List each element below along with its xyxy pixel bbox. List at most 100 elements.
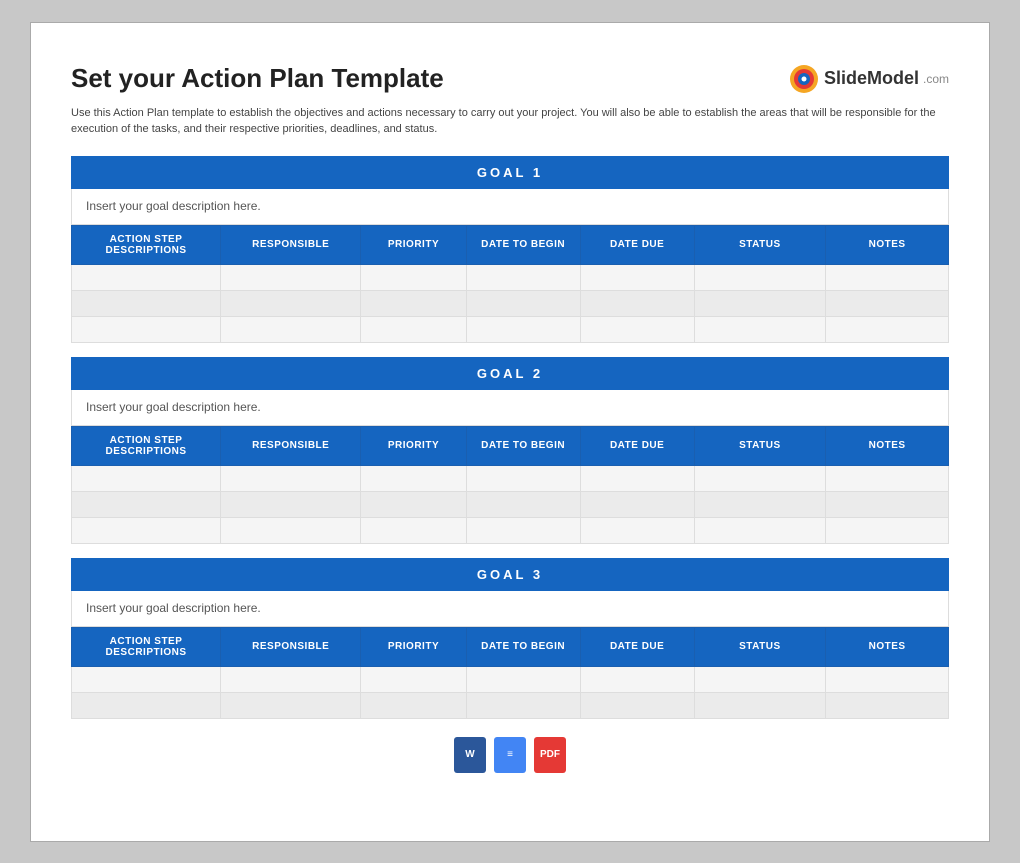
- cell: [580, 316, 694, 342]
- doc-icon[interactable]: ≡: [494, 737, 526, 773]
- goal-1-section: GOAL 1 Insert your goal description here…: [71, 156, 949, 343]
- col-header-date-begin: DATE TO BEGIN: [466, 225, 580, 264]
- goal-2-header: GOAL 2: [71, 357, 949, 390]
- col-header-date-begin: DATE TO BEGIN: [466, 426, 580, 465]
- page-title: Set your Action Plan Template: [71, 63, 444, 94]
- cell: [221, 666, 361, 692]
- col-header-date-begin: DATE TO BEGIN: [466, 627, 580, 666]
- table-row: [72, 465, 949, 491]
- cell: [466, 316, 580, 342]
- col-header-action: ACTION STEP DESCRIPTIONS: [72, 426, 221, 465]
- cell: [361, 465, 466, 491]
- cell: [221, 517, 361, 543]
- cell: [826, 692, 949, 718]
- cell: [221, 692, 361, 718]
- cell: [72, 666, 221, 692]
- cell: [221, 465, 361, 491]
- pdf-label: PDF: [540, 749, 560, 760]
- goal-3-header: GOAL 3: [71, 558, 949, 591]
- cell: [826, 290, 949, 316]
- doc-label: ≡: [507, 749, 513, 760]
- cell: [580, 491, 694, 517]
- description-text: Use this Action Plan template to establi…: [71, 105, 949, 138]
- cell: [580, 692, 694, 718]
- header: Set your Action Plan Template SlideModel…: [71, 63, 949, 95]
- cell: [361, 666, 466, 692]
- cell: [72, 491, 221, 517]
- col-header-action: ACTION STEP DESCRIPTIONS: [72, 225, 221, 264]
- cell: [72, 264, 221, 290]
- goal-1-header: GOAL 1: [71, 156, 949, 189]
- table-row: [72, 316, 949, 342]
- cell: [694, 666, 826, 692]
- cell: [361, 264, 466, 290]
- col-header-priority: PRIORITY: [361, 426, 466, 465]
- goal-2-description: Insert your goal description here.: [71, 390, 949, 426]
- table-row: [72, 491, 949, 517]
- footer-icons: W ≡ PDF: [71, 737, 949, 773]
- col-header-action: ACTION STEP DESCRIPTIONS: [72, 627, 221, 666]
- page: Set your Action Plan Template SlideModel…: [30, 22, 990, 842]
- cell: [72, 465, 221, 491]
- col-header-notes: NOTES: [826, 627, 949, 666]
- cell: [694, 692, 826, 718]
- goal-2-section: GOAL 2 Insert your goal description here…: [71, 357, 949, 544]
- cell: [826, 666, 949, 692]
- cell: [694, 517, 826, 543]
- cell: [466, 666, 580, 692]
- logo-icon: [788, 63, 820, 95]
- cell: [466, 465, 580, 491]
- table-row: [72, 264, 949, 290]
- cell: [580, 290, 694, 316]
- col-header-status: STATUS: [694, 225, 826, 264]
- cell: [466, 264, 580, 290]
- col-header-responsible: RESPONSIBLE: [221, 426, 361, 465]
- col-header-date-due: DATE DUE: [580, 627, 694, 666]
- goal-1-table: ACTION STEP DESCRIPTIONS RESPONSIBLE PRI…: [71, 225, 949, 343]
- cell: [826, 465, 949, 491]
- cell: [361, 517, 466, 543]
- pdf-icon[interactable]: PDF: [534, 737, 566, 773]
- col-header-status: STATUS: [694, 426, 826, 465]
- cell: [361, 491, 466, 517]
- cell: [72, 517, 221, 543]
- cell: [221, 491, 361, 517]
- cell: [466, 517, 580, 543]
- cell: [580, 465, 694, 491]
- goal-3-description: Insert your goal description here.: [71, 591, 949, 627]
- word-icon[interactable]: W: [454, 737, 486, 773]
- cell: [466, 290, 580, 316]
- col-header-notes: NOTES: [826, 225, 949, 264]
- cell: [466, 692, 580, 718]
- cell: [72, 290, 221, 316]
- logo: SlideModel.com: [788, 63, 949, 95]
- cell: [694, 290, 826, 316]
- cell: [826, 264, 949, 290]
- col-header-priority: PRIORITY: [361, 225, 466, 264]
- cell: [826, 491, 949, 517]
- logo-dot: .com: [923, 72, 949, 86]
- goal-1-description: Insert your goal description here.: [71, 189, 949, 225]
- col-header-date-due: DATE DUE: [580, 225, 694, 264]
- cell: [694, 465, 826, 491]
- goal-3-section: GOAL 3 Insert your goal description here…: [71, 558, 949, 719]
- cell: [580, 666, 694, 692]
- cell: [361, 692, 466, 718]
- table-row: [72, 666, 949, 692]
- cell: [580, 264, 694, 290]
- col-header-notes: NOTES: [826, 426, 949, 465]
- cell: [694, 264, 826, 290]
- word-label: W: [465, 749, 474, 760]
- cell: [826, 517, 949, 543]
- cell: [694, 316, 826, 342]
- cell: [72, 316, 221, 342]
- cell: [221, 290, 361, 316]
- col-header-responsible: RESPONSIBLE: [221, 627, 361, 666]
- cell: [221, 316, 361, 342]
- goal-3-table: ACTION STEP DESCRIPTIONS RESPONSIBLE PRI…: [71, 627, 949, 719]
- cell: [826, 316, 949, 342]
- col-header-responsible: RESPONSIBLE: [221, 225, 361, 264]
- col-header-date-due: DATE DUE: [580, 426, 694, 465]
- cell: [694, 491, 826, 517]
- cell: [221, 264, 361, 290]
